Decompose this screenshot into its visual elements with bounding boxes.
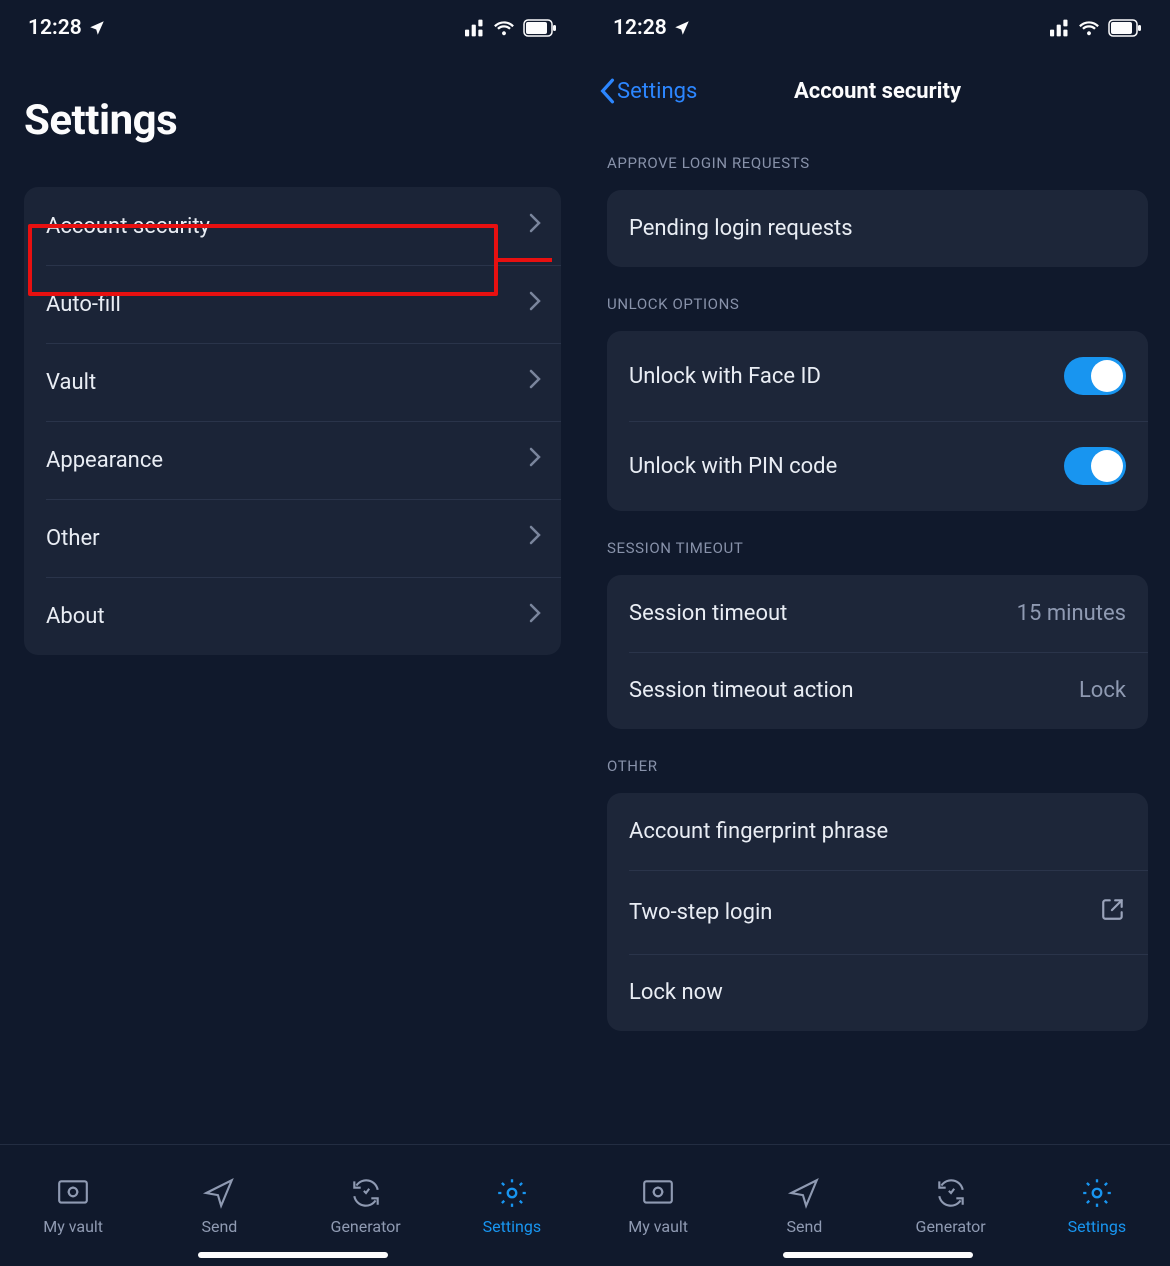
send-icon	[202, 1176, 236, 1210]
row-auto-fill[interactable]: Auto-fill	[24, 265, 561, 343]
row-session-timeout-action[interactable]: Session timeout action Lock	[607, 652, 1148, 729]
home-indicator[interactable]	[198, 1252, 388, 1258]
location-icon	[88, 19, 106, 37]
row-appearance[interactable]: Appearance	[24, 421, 561, 499]
external-link-icon	[1100, 896, 1126, 928]
row-label: Vault	[46, 370, 96, 395]
chevron-right-icon	[529, 603, 541, 629]
tab-generator[interactable]: Generator	[878, 1145, 1024, 1266]
row-label: Appearance	[46, 448, 163, 473]
section-header-approve: APPROVE LOGIN REQUESTS	[585, 126, 1170, 182]
row-other[interactable]: Other	[24, 499, 561, 577]
grid-icon	[465, 19, 485, 37]
nav-title: Account security	[794, 79, 961, 104]
tab-send[interactable]: Send	[146, 1145, 292, 1266]
nav-bar: Settings Account security	[585, 56, 1170, 126]
chevron-right-icon	[529, 525, 541, 551]
screen-account-security: 12:28 Settings Account security APPROVE …	[585, 0, 1170, 1266]
chevron-left-icon	[599, 78, 615, 104]
row-label: Two-step login	[629, 900, 772, 925]
grid-icon	[1050, 19, 1070, 37]
toggle-pin[interactable]	[1064, 447, 1126, 485]
tab-settings[interactable]: Settings	[1024, 1145, 1170, 1266]
section-header-timeout: SESSION TIMEOUT	[585, 511, 1170, 567]
page-title: Settings	[24, 96, 561, 145]
wifi-icon	[1078, 19, 1100, 37]
tab-label: Generator	[916, 1217, 986, 1236]
row-label: Account fingerprint phrase	[629, 819, 888, 844]
tab-bar: My vault Send Generator Settings	[585, 1144, 1170, 1266]
screen-settings-list: 12:28 Settings Account security Auto-fil…	[0, 0, 585, 1266]
row-unlock-faceid[interactable]: Unlock with Face ID	[607, 331, 1148, 421]
status-bar: 12:28	[0, 0, 585, 56]
row-about[interactable]: About	[24, 577, 561, 655]
tab-label: Settings	[1068, 1217, 1126, 1236]
back-label: Settings	[617, 79, 697, 104]
row-label: Unlock with Face ID	[629, 364, 821, 389]
generator-icon	[349, 1176, 383, 1210]
chevron-right-icon	[529, 447, 541, 473]
tab-label: Settings	[483, 1217, 541, 1236]
settings-icon	[495, 1176, 529, 1210]
status-bar: 12:28	[585, 0, 1170, 56]
section-header-unlock: UNLOCK OPTIONS	[585, 267, 1170, 323]
row-label: About	[46, 604, 105, 629]
tab-label: Send	[786, 1217, 822, 1236]
chevron-right-icon	[529, 213, 541, 239]
row-label: Lock now	[629, 980, 723, 1005]
row-session-timeout[interactable]: Session timeout 15 minutes	[607, 575, 1148, 652]
battery-icon	[1108, 19, 1142, 37]
row-pending-login-requests[interactable]: Pending login requests	[607, 190, 1148, 267]
vault-icon	[641, 1176, 675, 1210]
battery-icon	[523, 19, 557, 37]
chevron-right-icon	[529, 291, 541, 317]
status-time: 12:28	[613, 16, 667, 40]
status-time: 12:28	[28, 16, 82, 40]
tab-generator[interactable]: Generator	[293, 1145, 439, 1266]
toggle-faceid[interactable]	[1064, 357, 1126, 395]
send-icon	[787, 1176, 821, 1210]
row-label: Unlock with PIN code	[629, 454, 837, 479]
row-vault[interactable]: Vault	[24, 343, 561, 421]
row-value: 15 minutes	[1017, 601, 1126, 626]
tab-bar: My vault Send Generator Settings	[0, 1144, 585, 1266]
row-fingerprint-phrase[interactable]: Account fingerprint phrase	[607, 793, 1148, 870]
row-label: Other	[46, 526, 100, 551]
location-icon	[673, 19, 691, 37]
tab-label: Send	[201, 1217, 237, 1236]
row-label: Session timeout	[629, 601, 787, 626]
settings-icon	[1080, 1176, 1114, 1210]
tab-my-vault[interactable]: My vault	[0, 1145, 146, 1266]
tab-label: My vault	[628, 1217, 688, 1236]
row-two-step-login[interactable]: Two-step login	[607, 870, 1148, 954]
tab-label: My vault	[43, 1217, 103, 1236]
section-header-other: OTHER	[585, 729, 1170, 785]
tab-label: Generator	[331, 1217, 401, 1236]
row-label: Pending login requests	[629, 216, 853, 241]
chevron-right-icon	[529, 369, 541, 395]
back-button[interactable]: Settings	[599, 78, 697, 104]
tab-my-vault[interactable]: My vault	[585, 1145, 731, 1266]
wifi-icon	[493, 19, 515, 37]
home-indicator[interactable]	[783, 1252, 973, 1258]
row-label: Account security	[46, 214, 210, 239]
generator-icon	[934, 1176, 968, 1210]
row-unlock-pin[interactable]: Unlock with PIN code	[607, 421, 1148, 511]
row-value: Lock	[1079, 678, 1126, 703]
row-label: Auto-fill	[46, 292, 121, 317]
row-account-security[interactable]: Account security	[24, 187, 561, 265]
settings-list: Account security Auto-fill Vault Appeara…	[24, 187, 561, 655]
vault-icon	[56, 1176, 90, 1210]
tab-send[interactable]: Send	[731, 1145, 877, 1266]
row-label: Session timeout action	[629, 678, 854, 703]
tab-settings[interactable]: Settings	[439, 1145, 585, 1266]
row-lock-now[interactable]: Lock now	[607, 954, 1148, 1031]
